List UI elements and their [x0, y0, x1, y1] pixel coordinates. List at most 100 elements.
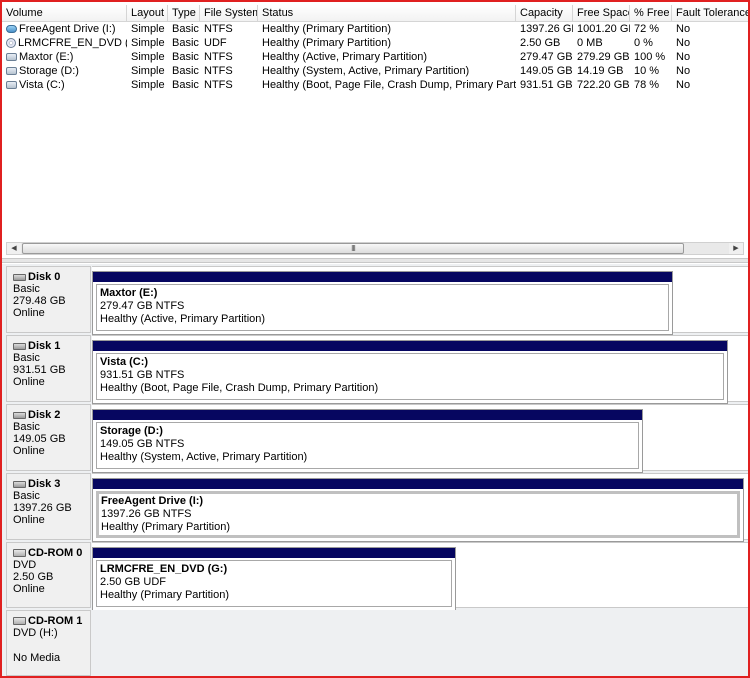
disk-name: Disk 3 [28, 478, 61, 490]
column-header-percent-free[interactable]: % Free [630, 5, 672, 22]
disk-name: CD-ROM 0 [28, 547, 83, 559]
column-header-file-system[interactable]: File System [200, 5, 258, 22]
scroll-right-button[interactable]: ▶ [729, 243, 743, 254]
partition-freeagent-drive[interactable]: FreeAgent Drive (I:) 1397.26 GB NTFS Hea… [92, 478, 744, 542]
file-system-cell: NTFS [204, 79, 233, 91]
partition-status: Healthy (Boot, Page File, Crash Dump, Pr… [100, 382, 379, 394]
fault-tolerance-cell: No [676, 51, 691, 63]
partition-lrmcfre-dvd[interactable]: LRMCFRE_EN_DVD (G:) 2.50 GB UDF Healthy … [92, 547, 456, 611]
volume-row[interactable]: FreeAgent Drive (I:) Simple Basic NTFS H… [2, 22, 748, 36]
fault-tolerance-cell: No [676, 65, 691, 77]
disk-name: Disk 2 [28, 409, 61, 421]
disk-row-cd-rom-0: CD-ROM 0 DVD 2.50 GB Online LRMCFRE_EN_D… [2, 542, 748, 611]
disk-management-window: Volume Layout Type File System Status Ca… [0, 0, 750, 678]
fault-tolerance-cell: No [676, 37, 691, 49]
partition-bar [93, 272, 672, 284]
partition-area: Vista (C:) 931.51 GB NTFS Healthy (Boot,… [92, 335, 748, 404]
column-header-status[interactable]: Status [258, 5, 516, 22]
drive-icon [6, 53, 17, 61]
partition-name: LRMCFRE_EN_DVD (G:) [100, 563, 228, 575]
status-cell: Healthy (Primary Partition) [262, 37, 391, 49]
volume-row[interactable]: Vista (C:) Simple Basic NTFS Healthy (Bo… [2, 78, 748, 92]
partition-bar [93, 479, 743, 491]
disk-label[interactable]: Disk 0 Basic 279.48 GB Online [6, 266, 91, 333]
volume-row[interactable]: Storage (D:) Simple Basic NTFS Healthy (… [2, 64, 748, 78]
disk-label[interactable]: CD-ROM 1 DVD (H:) No Media [6, 610, 91, 676]
partition-area: Maxtor (E:) 279.47 GB NTFS Healthy (Acti… [92, 266, 748, 335]
type-cell: Basic [172, 79, 199, 91]
free-space-cell: 0 MB [577, 37, 603, 49]
free-space-cell: 722.20 GB [577, 79, 630, 91]
column-header-layout[interactable]: Layout [127, 5, 168, 22]
volume-name-cell: Maxtor (E:) [6, 50, 127, 64]
disk-state: Online [13, 445, 45, 457]
partition-size: 149.05 GB NTFS [100, 438, 185, 450]
hard-disk-icon [13, 411, 26, 419]
partition-maxtor[interactable]: Maxtor (E:) 279.47 GB NTFS Healthy (Acti… [92, 271, 673, 335]
disk-label[interactable]: Disk 1 Basic 931.51 GB Online [6, 335, 91, 402]
volume-row[interactable]: LRMCFRE_EN_DVD (G:) Simple Basic UDF Hea… [2, 36, 748, 50]
disk-row-disk-3: Disk 3 Basic 1397.26 GB Online FreeAgent… [2, 473, 748, 542]
file-system-cell: NTFS [204, 23, 233, 35]
volume-row[interactable]: Maxtor (E:) Simple Basic NTFS Healthy (A… [2, 50, 748, 64]
partition-vista[interactable]: Vista (C:) 931.51 GB NTFS Healthy (Boot,… [92, 340, 728, 404]
partition-size: 2.50 GB UDF [100, 576, 167, 588]
disk-state: Online [13, 583, 45, 595]
hard-disk-icon [13, 342, 26, 350]
disk-row-disk-0: Disk 0 Basic 279.48 GB Online Maxtor (E:… [2, 266, 748, 335]
disk-size [13, 639, 90, 652]
type-cell: Basic [172, 23, 199, 35]
scroll-left-button[interactable]: ◀ [7, 243, 21, 254]
disk-state: No Media [13, 652, 61, 664]
disk-type: Basic [13, 490, 40, 502]
disk-size: 1397.26 GB [13, 502, 72, 514]
partition-status: Healthy (Primary Partition) [100, 589, 229, 601]
disk-type: DVD (H:) [13, 627, 58, 639]
external-drive-icon [6, 25, 17, 33]
column-header-capacity[interactable]: Capacity [516, 5, 573, 22]
free-space-cell: 1001.20 GB [577, 23, 630, 35]
scrollbar-thumb[interactable]: III [22, 243, 684, 254]
layout-cell: Simple [131, 23, 165, 35]
percent-free-cell: 0 % [634, 37, 653, 49]
partition-bar [93, 548, 455, 560]
disk-name: Disk 0 [28, 271, 61, 283]
fault-tolerance-cell: No [676, 23, 691, 35]
column-header-free-space[interactable]: Free Space [573, 5, 630, 22]
cd-rom-icon [13, 549, 26, 557]
pane-splitter[interactable] [2, 258, 748, 263]
partition-area-empty [92, 610, 748, 676]
column-header-fault-tolerance[interactable]: Fault Tolerance [672, 5, 748, 22]
disk-size: 2.50 GB [13, 571, 54, 583]
partition-bar [93, 410, 642, 422]
partition-name: Storage (D:) [100, 425, 163, 437]
column-header-type[interactable]: Type [168, 5, 200, 22]
disk-size: 149.05 GB [13, 433, 66, 445]
disk-type: DVD [13, 559, 37, 571]
horizontal-scrollbar[interactable]: ◀ III ▶ [6, 242, 744, 255]
hard-disk-icon [13, 273, 26, 281]
partition-name: FreeAgent Drive (I:) [101, 495, 204, 507]
volume-list: Volume Layout Type File System Status Ca… [2, 2, 748, 240]
partition-name: Maxtor (E:) [100, 287, 158, 299]
volume-list-header: Volume Layout Type File System Status Ca… [2, 5, 748, 22]
type-cell: Basic [172, 65, 199, 77]
volume-name: Maxtor (E:) [19, 51, 74, 63]
disk-state: Online [13, 307, 45, 319]
partition-bar [93, 341, 727, 353]
partition-storage[interactable]: Storage (D:) 149.05 GB NTFS Healthy (Sys… [92, 409, 643, 473]
volume-name-cell: LRMCFRE_EN_DVD (G:) [6, 36, 127, 50]
file-system-cell: NTFS [204, 51, 233, 63]
layout-cell: Simple [131, 37, 165, 49]
layout-cell: Simple [131, 65, 165, 77]
disk-label[interactable]: Disk 3 Basic 1397.26 GB Online [6, 473, 91, 540]
disk-row-disk-1: Disk 1 Basic 931.51 GB Online Vista (C:)… [2, 335, 748, 404]
partition-size: 931.51 GB NTFS [100, 369, 185, 381]
disk-type: Basic [13, 352, 40, 364]
drive-icon [6, 81, 17, 89]
disk-label[interactable]: Disk 2 Basic 149.05 GB Online [6, 404, 91, 471]
disk-label[interactable]: CD-ROM 0 DVD 2.50 GB Online [6, 542, 91, 608]
column-header-volume[interactable]: Volume [2, 5, 127, 22]
partition-name: Vista (C:) [100, 356, 149, 368]
cd-rom-icon [13, 617, 26, 625]
